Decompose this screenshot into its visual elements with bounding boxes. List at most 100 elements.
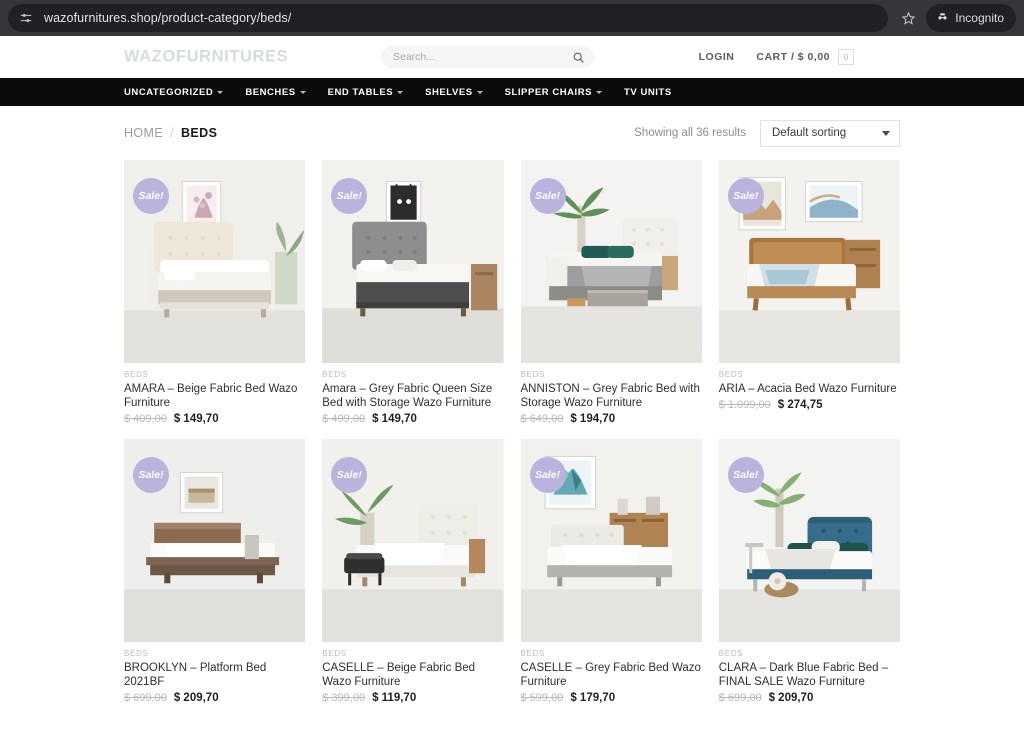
search-input[interactable]	[393, 51, 570, 63]
product-card[interactable]: Sale! BEDS ANNISTON – Grey Fabric Bed wi…	[520, 160, 702, 425]
product-price: $ 1.099,00 $ 274,75	[719, 399, 900, 411]
price-sale: $ 179,70	[570, 692, 616, 704]
product-category: BEDS	[520, 649, 546, 658]
search-icon[interactable]	[570, 49, 586, 65]
sale-badge: Sale!	[133, 178, 169, 214]
product-grid: Sale! BEDS AMARA – Beige Fabric Bed Wazo…	[124, 160, 900, 704]
chevron-down-icon	[217, 91, 224, 94]
breadcrumb-current: BEDS	[180, 126, 218, 140]
nav-item-shelves[interactable]: SHELVES	[425, 87, 483, 98]
product-image[interactable]: Sale!	[718, 160, 900, 363]
product-title[interactable]: ARIA – Acacia Bed Wazo Furniture	[719, 382, 900, 396]
price-original: $ 699,00	[718, 692, 762, 704]
nav-item-uncategorized[interactable]: UNCATEGORIZED	[124, 86, 224, 98]
product-price: $ 699,00 $ 209,70	[124, 692, 305, 704]
product-card[interactable]: Sale! BEDS BROOKLYN – Platform Bed 2021B…	[124, 439, 306, 704]
nav-item-benches[interactable]: BENCHES	[245, 86, 306, 98]
browser-chrome: wazofurnitures.shop/product-category/bed…	[0, 0, 1024, 36]
category-page: HOME / BEDS Showing all 36 results Defau…	[0, 106, 1024, 704]
product-category: BEDS	[718, 649, 744, 658]
cart-link[interactable]: CART / $ 0,00 0	[756, 49, 854, 65]
price-sale: $ 149,70	[372, 413, 417, 425]
breadcrumb-separator: /	[170, 126, 174, 140]
product-category: BEDS	[322, 370, 347, 379]
site-header: WAZOFURNITURES LOGIN CART / $ 0,00 0	[0, 36, 1024, 78]
chevron-down-icon	[476, 91, 483, 94]
product-price: $ 649,00 $ 194,70	[521, 413, 702, 425]
chevron-down-icon	[596, 91, 603, 94]
incognito-indicator[interactable]: Incognito	[926, 4, 1016, 32]
url-text: wazofurnitures.shop/product-category/bed…	[44, 11, 292, 25]
price-original: $ 649,00	[520, 413, 564, 425]
incognito-label: Incognito	[955, 11, 1004, 25]
product-title[interactable]: BROOKLYN – Platform Bed 2021BF	[124, 661, 305, 689]
product-card[interactable]: Sale! BEDS CASELLE – Beige Fabric Bed Wa…	[322, 439, 504, 704]
main-navigation: UNCATEGORIZED BENCHES END TABLES SHELVES…	[0, 78, 1024, 106]
product-image[interactable]: Sale!	[322, 160, 504, 363]
nav-label: BENCHES	[245, 86, 296, 98]
price-original: $ 499,00	[322, 413, 366, 425]
price-sale: $ 194,70	[570, 413, 616, 425]
tune-icon[interactable]	[18, 10, 34, 26]
sale-badge: Sale!	[529, 457, 566, 493]
nav-label: SHELVES	[425, 86, 473, 98]
nav-label: UNCATEGORIZED	[124, 86, 214, 98]
nav-item-tv-units[interactable]: TV UNITS	[624, 87, 672, 98]
nav-label: END TABLES	[327, 86, 394, 98]
sale-badge: Sale!	[331, 457, 368, 493]
product-image[interactable]: Sale!	[718, 439, 900, 642]
product-image[interactable]: Sale!	[124, 160, 306, 363]
cart-label: CART / $ 0,00	[756, 51, 830, 63]
sale-badge: Sale!	[529, 178, 566, 214]
price-original: $ 399,00	[322, 692, 366, 704]
sale-badge: Sale!	[727, 178, 764, 214]
nav-label: SLIPPER CHAIRS	[504, 86, 593, 98]
header-actions: LOGIN CART / $ 0,00 0	[699, 49, 854, 65]
price-original: $ 409,00	[124, 413, 167, 425]
login-link[interactable]: LOGIN	[699, 51, 735, 63]
product-category: BEDS	[124, 370, 149, 379]
incognito-icon	[936, 10, 949, 26]
site-logo[interactable]: WAZOFURNITURES	[124, 48, 288, 67]
product-card[interactable]: Sale! BEDS AMARA – Beige Fabric Bed Wazo…	[124, 160, 306, 425]
catalog-controls: Showing all 36 results Default sorting	[634, 119, 900, 147]
product-card[interactable]: Sale! BEDS CLARA – Dark Blue Fabric Bed …	[718, 439, 900, 704]
product-title[interactable]: ANNISTON – Grey Fabric Bed with Storage …	[521, 382, 702, 410]
product-price: $ 499,00 $ 149,70	[322, 413, 503, 425]
product-image[interactable]: Sale!	[520, 160, 702, 363]
product-price: $ 599,00 $ 179,70	[521, 692, 702, 704]
product-card[interactable]: Sale! BEDS CASELLE – Grey Fabric Bed Waz…	[520, 439, 702, 704]
sale-badge: Sale!	[727, 457, 764, 493]
catalog-toolbar: HOME / BEDS Showing all 36 results Defau…	[124, 106, 900, 160]
price-original: $ 699,00	[124, 692, 167, 704]
address-bar[interactable]: wazofurnitures.shop/product-category/bed…	[8, 4, 889, 32]
product-image[interactable]: Sale!	[322, 439, 504, 642]
product-title[interactable]: CASELLE – Grey Fabric Bed Wazo Furniture	[521, 661, 702, 689]
chevron-down-icon	[299, 91, 306, 94]
breadcrumb-home[interactable]: HOME	[124, 126, 163, 140]
product-category: BEDS	[520, 370, 546, 379]
nav-label: TV UNITS	[624, 86, 672, 98]
product-price: $ 409,00 $ 149,70	[124, 413, 305, 425]
price-original: $ 599,00	[520, 692, 564, 704]
nav-item-end-tables[interactable]: END TABLES	[328, 87, 404, 98]
product-category: BEDS	[718, 370, 744, 379]
product-category: BEDS	[124, 649, 149, 658]
product-image[interactable]: Sale!	[124, 439, 306, 642]
nav-item-slipper-chairs[interactable]: SLIPPER CHAIRS	[504, 86, 603, 98]
product-title[interactable]: CLARA – Dark Blue Fabric Bed – FINAL SAL…	[719, 661, 900, 689]
star-icon[interactable]	[894, 4, 922, 32]
product-card[interactable]: Sale! BEDS Amara – Grey Fabric Queen Siz…	[322, 160, 504, 425]
product-title[interactable]: Amara – Grey Fabric Queen Size Bed with …	[322, 382, 503, 410]
sort-dropdown[interactable]: Default sorting	[760, 119, 900, 147]
price-original: $ 1.099,00	[718, 399, 771, 411]
product-price: $ 399,00 $ 119,70	[322, 692, 503, 704]
price-sale: $ 149,70	[173, 413, 219, 425]
product-card[interactable]: Sale! BEDS ARIA – Acacia Bed Wazo Furnit…	[718, 160, 900, 425]
product-title[interactable]: AMARA – Beige Fabric Bed Wazo Furniture	[124, 382, 305, 410]
search-box[interactable]	[381, 46, 594, 68]
product-image[interactable]: Sale!	[520, 439, 702, 642]
product-category: BEDS	[322, 649, 347, 658]
product-title[interactable]: CASELLE – Beige Fabric Bed Wazo Furnitur…	[322, 661, 503, 689]
product-price: $ 699,00 $ 209,70	[719, 692, 900, 704]
